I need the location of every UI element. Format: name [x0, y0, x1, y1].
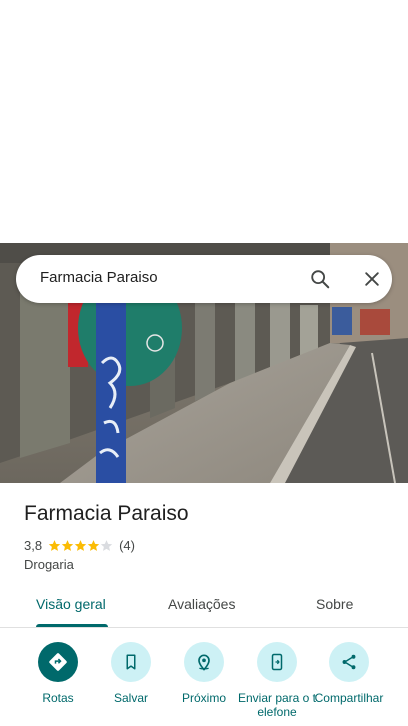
rating-value: 3,8	[24, 537, 43, 553]
star-icon	[61, 539, 74, 551]
send-to-phone-button[interactable]: Enviar para o telefone	[237, 642, 317, 726]
share-button[interactable]: Compartilhar	[309, 642, 389, 726]
share-icon	[342, 654, 356, 670]
share-button-circle[interactable]	[329, 642, 369, 682]
nearby-label: Próximo	[181, 691, 226, 705]
bookmark-icon	[126, 654, 136, 670]
close-icon	[365, 272, 379, 286]
review-count[interactable]: (4)	[119, 538, 135, 553]
tab-about[interactable]: Sobre	[316, 596, 353, 612]
nearby-icon	[198, 654, 210, 671]
rating-row[interactable]: 3,8 (4)	[24, 537, 135, 553]
tab-reviews[interactable]: Avaliações	[168, 596, 235, 612]
save-button[interactable]: Salvar	[91, 642, 171, 726]
nearby-button[interactable]: Próximo	[164, 642, 244, 726]
clear-search-button[interactable]	[354, 261, 390, 297]
save-label: Salvar	[113, 691, 148, 705]
send-to-phone-label: Enviar para o telefone	[237, 691, 317, 719]
star-icon	[74, 539, 87, 551]
nearby-button-circle[interactable]	[184, 642, 224, 682]
search-bar[interactable]: Farmacia Paraiso	[16, 255, 392, 303]
directions-button-circle[interactable]	[38, 642, 78, 682]
place-category: Drogaria	[24, 557, 74, 572]
star-icon	[48, 539, 61, 551]
place-tabs: Visão geral Avaliações Sobre	[0, 585, 408, 628]
place-title: Farmacia Paraiso	[24, 502, 189, 525]
tab-overview[interactable]: Visão geral	[36, 596, 106, 612]
directions-label: Rotas	[42, 691, 74, 705]
blank-area	[0, 0, 408, 243]
directions-icon	[49, 653, 67, 671]
active-tab-indicator	[36, 624, 108, 627]
save-button-circle[interactable]	[111, 642, 151, 682]
share-label: Compartilhar	[314, 691, 384, 705]
send-to-phone-icon	[271, 653, 283, 671]
search-input[interactable]: Farmacia Paraiso	[40, 269, 158, 286]
star-icon	[87, 539, 100, 551]
search-icon	[311, 270, 330, 289]
rating-stars	[48, 539, 113, 552]
star-empty-icon	[100, 539, 113, 551]
directions-button[interactable]: Rotas	[18, 642, 98, 726]
send-to-phone-button-circle[interactable]	[257, 642, 297, 682]
search-button[interactable]	[302, 261, 338, 297]
